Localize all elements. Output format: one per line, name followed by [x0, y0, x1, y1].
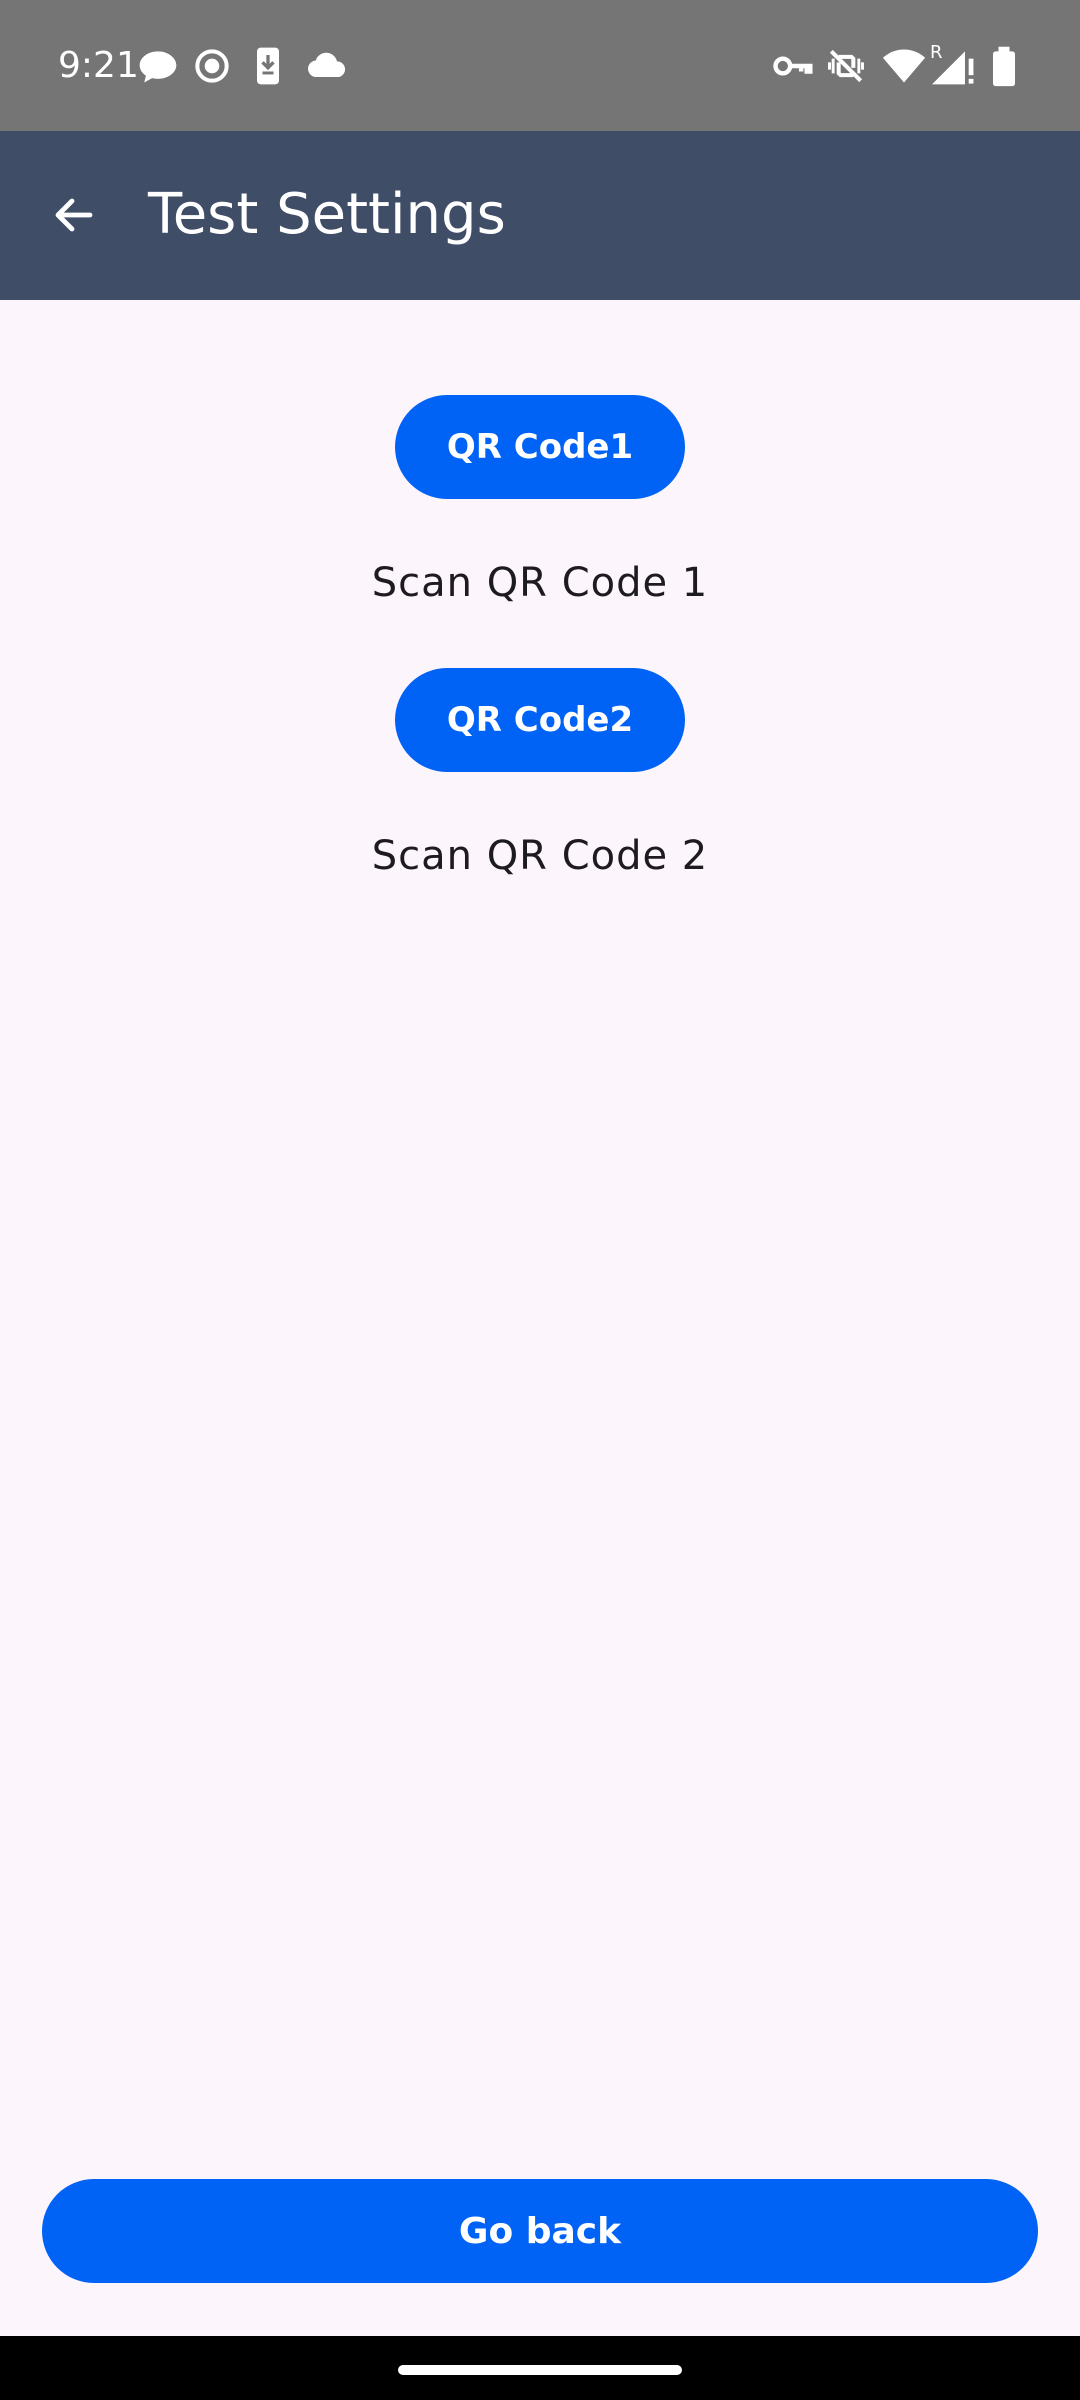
battery-icon — [982, 44, 1026, 88]
vpn-key-icon — [770, 44, 814, 88]
navigation-bar — [0, 2336, 1080, 2400]
status-bar: 9:21 R — [0, 0, 1080, 131]
cloud-icon — [304, 44, 348, 88]
back-button[interactable] — [36, 177, 112, 253]
qr-code1-button[interactable]: QR Code1 — [395, 395, 685, 499]
page-title: Test Settings — [148, 182, 506, 247]
chat-bubble-icon — [136, 44, 180, 88]
status-time: 9:21 — [58, 45, 139, 86]
arrow-back-icon — [50, 191, 98, 239]
home-gesture-handle[interactable] — [398, 2365, 682, 2375]
screen-record-icon — [190, 44, 234, 88]
qr-code2-button[interactable]: QR Code2 — [395, 668, 685, 772]
app-bar: Test Settings — [0, 131, 1080, 300]
go-back-button[interactable]: Go back — [42, 2179, 1038, 2283]
phone-download-icon — [246, 44, 290, 88]
roaming-label: R — [930, 42, 943, 63]
vibrate-off-icon — [824, 44, 868, 88]
scan-qr-code-2-label: Scan QR Code 2 — [371, 833, 709, 879]
wifi-icon — [882, 44, 926, 88]
scan-qr-code-1-label: Scan QR Code 1 — [371, 560, 709, 606]
